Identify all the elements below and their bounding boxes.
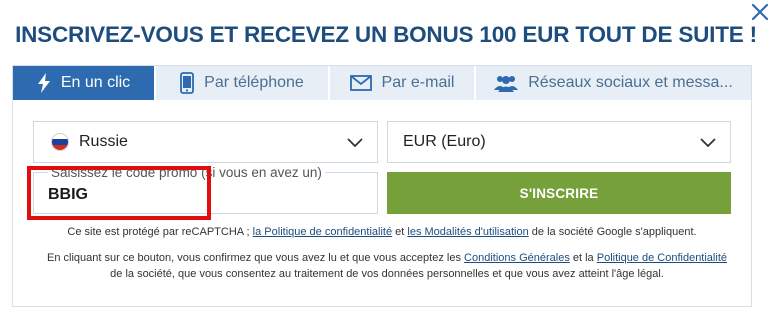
consent-notice: En cliquant sur ce bouton, vous confirme… [47,250,727,282]
consent-text: de la société, que vous consentez au tra… [110,268,664,280]
tab-label: Réseaux sociaux et messa... [528,74,733,91]
russia-flag-icon [51,133,69,151]
currency-select[interactable]: EUR (Euro) [387,121,731,163]
users-icon [494,74,519,92]
chevron-down-icon [347,135,363,154]
tab-label: Par téléphone [204,74,304,91]
privacy-policy-link[interactable]: Politique de Confidentialité [597,252,727,264]
country-value: Russie [79,133,128,150]
close-icon[interactable] [749,1,771,23]
smartphone-icon [180,72,195,94]
chevron-down-icon [700,135,716,154]
promo-code-input[interactable] [48,184,348,206]
lightning-icon [37,73,51,93]
currency-value: EUR (Euro) [403,133,486,150]
recaptcha-text: et [392,226,408,238]
modal-headline: INSCRIVEZ-VOUS ET RECEVEZ UN BONUS 100 E… [15,22,757,47]
recaptcha-text: Ce site est protégé par reCAPTCHA ; [67,226,253,238]
tab-phone[interactable]: Par téléphone [156,66,330,100]
signup-button[interactable]: S'INSCRIRE [387,172,731,214]
tab-email[interactable]: Par e-mail [330,66,476,100]
tab-one-click[interactable]: En un clic [13,66,156,100]
envelope-icon [349,75,372,91]
consent-text: et la [569,252,597,264]
consent-text: En cliquant sur ce bouton, vous confirme… [47,252,465,264]
google-terms-link[interactable]: les Modalités d'utilisation [407,226,528,238]
tab-label: En un clic [60,74,131,91]
recaptcha-text: de la société Google s'appliquent. [528,226,697,238]
tab-label: Par e-mail [381,74,455,91]
tab-social[interactable]: Réseaux sociaux et messa... [476,66,751,100]
country-select[interactable]: Russie [33,121,378,163]
recaptcha-notice: Ce site est protégé par reCAPTCHA ; la P… [13,224,751,240]
promo-code-label: Saisissez le code promo (si vous en avez… [48,166,325,180]
registration-tabs: En un clic Par téléphone Par e-mail Rése… [13,66,751,100]
promo-code-field: Saisissez le code promo (si vous en avez… [33,166,378,214]
google-privacy-link[interactable]: la Politique de confidentialité [253,226,392,238]
terms-conditions-link[interactable]: Conditions Générales [464,252,570,264]
registration-panel: En un clic Par téléphone Par e-mail Rése… [12,65,752,307]
